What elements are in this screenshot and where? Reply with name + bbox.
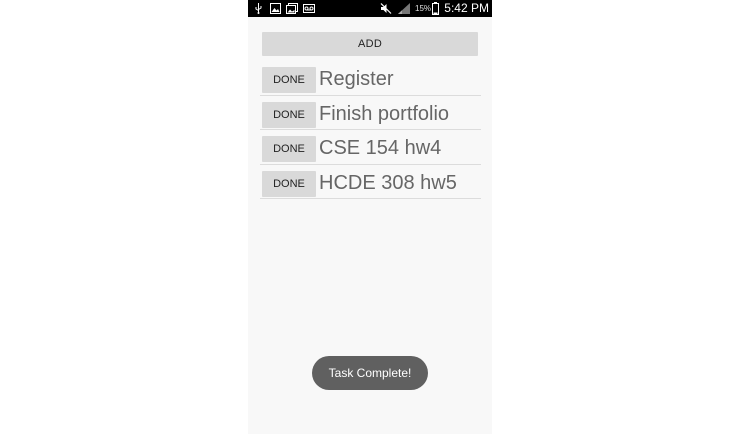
status-bar: 15% 5:42 PM [248,0,492,17]
gallery-icon [270,3,281,14]
add-button[interactable]: ADD [262,32,478,56]
task-title: HCDE 308 hw5 [319,171,457,194]
mute-icon [380,3,392,14]
task-title: CSE 154 hw4 [319,137,442,159]
task-row: DONE Finish portfolio [260,96,481,130]
done-button[interactable]: DONE [262,67,316,93]
toast-message: Task Complete! [312,356,428,390]
signal-icon [398,3,410,14]
task-list: DONE Register DONE Finish portfolio DONE… [260,61,481,199]
task-row: DONE CSE 154 hw4 [260,130,481,165]
task-row: DONE HCDE 308 hw5 [260,165,481,199]
done-button[interactable]: DONE [262,101,316,128]
done-button[interactable]: DONE [262,170,316,197]
photo-icon [286,3,298,14]
battery-icon [432,2,439,15]
done-button[interactable]: DONE [262,136,316,162]
voicemail-icon [303,4,315,13]
phone-screen: 15% 5:42 PM ADD DONE Register DONE Finis… [248,0,492,434]
page: 15% 5:42 PM ADD DONE Register DONE Finis… [0,0,740,434]
usb-icon [255,3,262,14]
task-title: Finish portfolio [319,102,450,125]
status-time: 5:42 PM [444,1,489,15]
battery-percent: 15% [415,4,432,13]
task-row: DONE Register [260,61,481,96]
task-title: Register [319,68,394,90]
